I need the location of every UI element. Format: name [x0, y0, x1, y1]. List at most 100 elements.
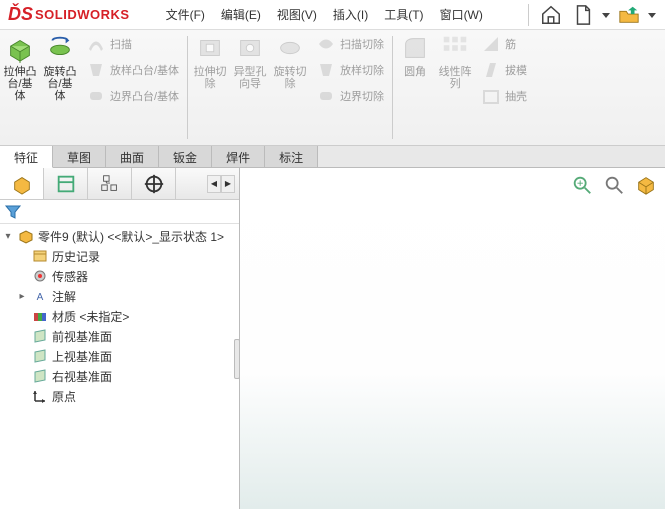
tree-item[interactable]: 上视基准面	[0, 346, 239, 366]
tree-item[interactable]: 右视基准面	[0, 366, 239, 386]
menu-item-0[interactable]: 文件(F)	[158, 2, 213, 27]
boundary-icon	[86, 86, 106, 106]
tree-spacer	[16, 270, 28, 282]
tree-root-label: 零件9 (默认) <<默认>_显示状态 1>	[38, 228, 224, 245]
tree-spacer	[16, 370, 28, 382]
open-doc-dropdown[interactable]	[647, 11, 657, 19]
tree-item-label: 上视基准面	[52, 348, 112, 365]
feature-tree: ▾ 零件9 (默认) <<默认>_显示状态 1> 历史记录传感器 ▸ A 注解材质 <…	[0, 224, 239, 509]
menu-bar: 文件(F)编辑(E)视图(V)插入(I)工具(T)窗口(W)	[158, 2, 491, 27]
doc-tab-5[interactable]: 标注	[265, 146, 318, 167]
menu-item-4[interactable]: 工具(T)	[376, 2, 431, 27]
dimxpert-tab[interactable]	[132, 168, 176, 199]
loft-cut-icon	[316, 60, 336, 80]
tree-item[interactable]: 传感器	[0, 266, 239, 286]
tree-item-label: 历史记录	[52, 248, 100, 265]
plane-icon	[31, 327, 49, 345]
hole-wizard-button[interactable]: 异型孔向导	[230, 30, 270, 145]
revolve-cut-icon	[274, 32, 306, 64]
tree-spacer	[16, 350, 28, 362]
revolve-label: 旋转凸台/基体	[42, 66, 78, 102]
separator	[187, 36, 188, 139]
tree-item[interactable]: ▸ A 注解	[0, 286, 239, 306]
fillet-button[interactable]: 圆角	[395, 30, 435, 145]
doc-tab-3[interactable]: 钣金	[159, 146, 212, 167]
sweep-button[interactable]: 扫描	[82, 32, 183, 56]
separator	[528, 4, 529, 26]
filter-icon[interactable]	[4, 203, 22, 221]
zoom-fit-button[interactable]	[569, 172, 595, 198]
menu-item-2[interactable]: 视图(V)	[269, 2, 325, 27]
pattern-icon	[439, 32, 471, 64]
tree-item[interactable]: 原点	[0, 386, 239, 406]
document-tabs: 特征草图曲面钣金焊件标注	[0, 146, 665, 168]
view-orientation-button[interactable]	[633, 172, 659, 198]
tree-item-label: 右视基准面	[52, 368, 112, 385]
doc-tab-1[interactable]: 草图	[53, 146, 106, 167]
doc-tab-0[interactable]: 特征	[0, 146, 53, 168]
draft-icon	[481, 60, 501, 80]
loft-cut-button[interactable]: 放样切除	[312, 58, 388, 82]
expand-icon[interactable]: ▸	[16, 290, 28, 302]
tree-root[interactable]: ▾ 零件9 (默认) <<默认>_显示状态 1>	[0, 226, 239, 246]
revolve-boss-button[interactable]: 旋转凸台/基体	[40, 30, 80, 145]
separator	[392, 36, 393, 139]
home-button[interactable]	[537, 3, 565, 27]
loft-icon	[86, 60, 106, 80]
shell-button[interactable]: 抽壳	[477, 84, 531, 108]
extrude-icon	[4, 32, 36, 64]
tree-item[interactable]: 历史记录	[0, 246, 239, 266]
new-doc-button[interactable]	[569, 3, 597, 27]
boundary-button[interactable]: 边界凸台/基体	[82, 84, 183, 108]
property-manager-tab[interactable]	[44, 168, 88, 199]
sweep-icon	[86, 34, 106, 54]
tree-spacer	[16, 310, 28, 322]
panel-next-button[interactable]: ▶	[221, 175, 235, 193]
swept-cut-button[interactable]: 扫描切除	[312, 32, 388, 56]
menu-item-5[interactable]: 窗口(W)	[432, 2, 491, 27]
rib-button[interactable]: 筋	[477, 32, 531, 56]
tree-item-label: 材质 <未指定>	[52, 308, 129, 325]
panel-prev-button[interactable]: ◀	[207, 175, 221, 193]
extrude-cut-icon	[194, 32, 226, 64]
revolve-icon	[44, 32, 76, 64]
graphics-viewport[interactable]	[240, 168, 665, 509]
loft-button[interactable]: 放样凸台/基体	[82, 58, 183, 82]
zoom-area-button[interactable]	[601, 172, 627, 198]
panel-tab-strip: ◀ ▶	[0, 168, 239, 200]
plane-icon	[31, 367, 49, 385]
history-icon	[31, 247, 49, 265]
svg-text:A: A	[37, 292, 44, 303]
feature-manager-panel: ◀ ▶ ▾ 零件9 (默认) <<默认>_显示状态 1> 历史记录传感器 ▸ A 注解…	[0, 168, 240, 509]
part-icon	[17, 227, 35, 245]
extrude-label: 拉伸凸台/基体	[2, 66, 38, 102]
extrude-boss-button[interactable]: 拉伸凸台/基体	[0, 30, 40, 145]
logo-text: SOLIDWORKS	[35, 7, 130, 22]
tree-item-label: 注解	[52, 288, 76, 305]
boundary-cut-button[interactable]: 边界切除	[312, 84, 388, 108]
boundary-cut-icon	[316, 86, 336, 106]
tree-spacer	[16, 250, 28, 262]
doc-tab-4[interactable]: 焊件	[212, 146, 265, 167]
ribbon: 拉伸凸台/基体 旋转凸台/基体 扫描 放样凸台/基体 边界凸台/基体 拉伸切除 …	[0, 30, 665, 146]
fillet-icon	[399, 32, 431, 64]
feature-tree-tab[interactable]	[0, 168, 44, 199]
menu-item-1[interactable]: 编辑(E)	[213, 2, 269, 27]
tree-item-label: 传感器	[52, 268, 88, 285]
new-doc-dropdown[interactable]	[601, 11, 611, 19]
app-logo: ĎS SOLIDWORKS	[0, 4, 138, 25]
hole-icon	[234, 32, 266, 64]
doc-tab-2[interactable]: 曲面	[106, 146, 159, 167]
tree-item[interactable]: 前视基准面	[0, 326, 239, 346]
revolve-cut-button[interactable]: 旋转切除	[270, 30, 310, 145]
open-doc-button[interactable]	[615, 3, 643, 27]
draft-button[interactable]: 拔模	[477, 58, 531, 82]
tree-item[interactable]: 材质 <未指定>	[0, 306, 239, 326]
configuration-tab[interactable]	[88, 168, 132, 199]
extrude-cut-button[interactable]: 拉伸切除	[190, 30, 230, 145]
plane-icon	[31, 347, 49, 365]
annotation-icon: A	[31, 287, 49, 305]
linear-pattern-button[interactable]: 线性阵列	[435, 30, 475, 145]
menu-item-3[interactable]: 插入(I)	[325, 2, 376, 27]
collapse-icon[interactable]: ▾	[2, 230, 14, 242]
